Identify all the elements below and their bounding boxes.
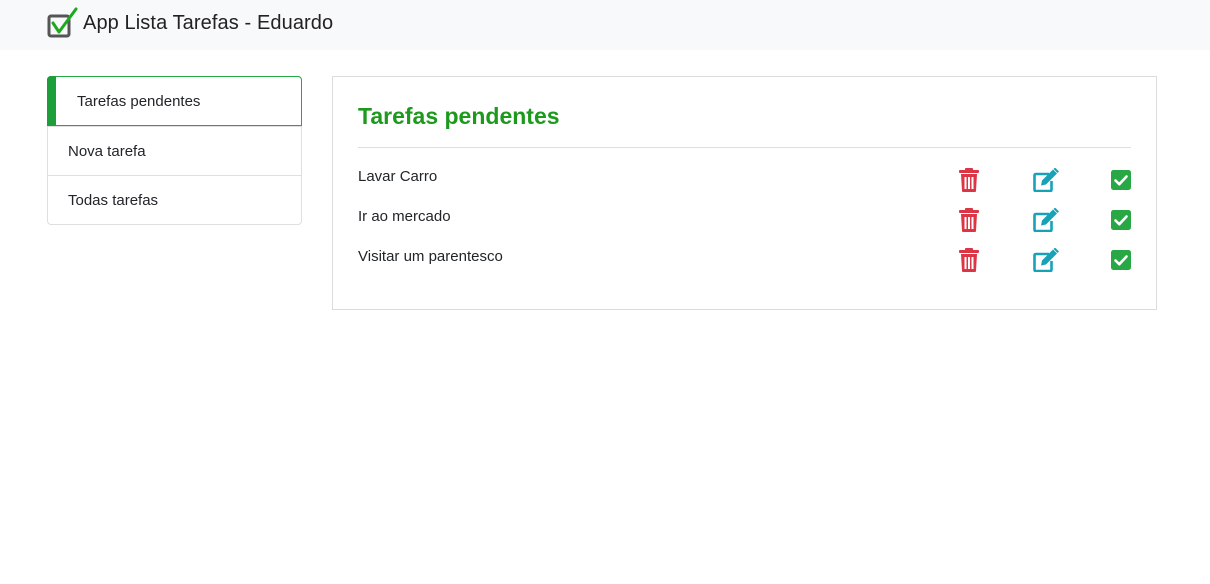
trash-icon[interactable] bbox=[958, 208, 982, 232]
page-title: Tarefas pendentes bbox=[358, 103, 560, 129]
check-square-icon[interactable] bbox=[1111, 170, 1135, 194]
sidebar-item-label: Nova tarefa bbox=[68, 142, 146, 160]
check-square-icon[interactable] bbox=[1111, 250, 1135, 274]
sidebar-item-label: Todas tarefas bbox=[68, 191, 159, 209]
sidebar-item-tarefas-pendentes[interactable]: Tarefas pendentes bbox=[47, 76, 302, 126]
trash-icon[interactable] bbox=[958, 168, 982, 192]
sidebar-item-nova-tarefa[interactable]: Nova tarefa bbox=[48, 126, 301, 175]
edit-icon[interactable] bbox=[1033, 248, 1059, 272]
sidebar-menu: Tarefas pendentes Nova tarefa Todas tare… bbox=[47, 76, 302, 225]
sidebar-item-label: Tarefas pendentes bbox=[77, 92, 201, 110]
sidebar-item-todas-tarefas[interactable]: Todas tarefas bbox=[48, 175, 301, 224]
navbar: App Lista Tarefas - Eduardo bbox=[0, 0, 1210, 50]
checkbox-check-logo-icon bbox=[46, 7, 78, 39]
brand[interactable]: App Lista Tarefas - Eduardo bbox=[46, 7, 333, 39]
task-row: Lavar Carro bbox=[358, 168, 1133, 198]
task-text: Visitar um parentesco bbox=[358, 248, 503, 265]
task-text: Lavar Carro bbox=[358, 168, 438, 185]
edit-icon[interactable] bbox=[1033, 168, 1059, 192]
task-row: Visitar um parentesco bbox=[358, 248, 1133, 278]
trash-icon[interactable] bbox=[958, 248, 982, 272]
app-title: App Lista Tarefas - Eduardo bbox=[83, 11, 334, 34]
task-text: Ir ao mercado bbox=[358, 208, 451, 225]
divider bbox=[358, 147, 1131, 148]
edit-icon[interactable] bbox=[1033, 208, 1059, 232]
tasks-card: Tarefas pendentes Lavar Carro Ir ao merc… bbox=[332, 76, 1157, 310]
task-row: Ir ao mercado bbox=[358, 208, 1133, 238]
check-square-icon[interactable] bbox=[1111, 210, 1135, 234]
